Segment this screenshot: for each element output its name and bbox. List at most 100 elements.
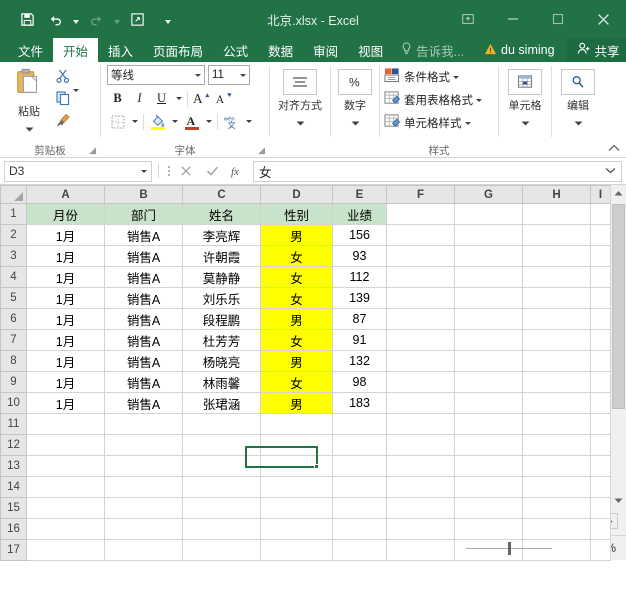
cell-a7[interactable]: 1月: [26, 329, 105, 351]
formula-input[interactable]: 女: [253, 160, 622, 182]
phonetic-dropdown-icon[interactable]: [243, 111, 254, 132]
cell-d1[interactable]: 性别: [260, 203, 333, 225]
cell-a12[interactable]: [26, 434, 105, 456]
cell-e5[interactable]: 139: [332, 287, 387, 309]
row-header-7[interactable]: 7: [0, 329, 27, 351]
cell-f13[interactable]: [386, 455, 455, 477]
cell-b10[interactable]: 销售A: [104, 392, 183, 414]
increase-font-size-button[interactable]: A: [191, 88, 212, 109]
font-dialog-launcher[interactable]: ◢: [258, 145, 265, 156]
borders-button[interactable]: [107, 111, 128, 132]
cell-a10[interactable]: 1月: [26, 392, 105, 414]
cell-f15[interactable]: [386, 497, 455, 519]
cell-g12[interactable]: [454, 434, 523, 456]
tab-view[interactable]: 视图: [348, 38, 393, 62]
minimize-icon[interactable]: [490, 0, 535, 38]
copy-dropdown-icon[interactable]: [73, 88, 79, 110]
touch-mode-icon[interactable]: [124, 6, 150, 32]
row-header-9[interactable]: 9: [0, 371, 27, 393]
row-header-17[interactable]: 17: [0, 539, 27, 561]
cell-d5[interactable]: 女: [260, 287, 333, 309]
cell-g17[interactable]: [454, 539, 523, 561]
cell-g9[interactable]: [454, 371, 523, 393]
cell-i11[interactable]: [590, 413, 611, 435]
cell-g5[interactable]: [454, 287, 523, 309]
cell-c10[interactable]: 张珺涵: [182, 392, 261, 414]
cell-h5[interactable]: [522, 287, 591, 309]
cell-d3[interactable]: 女: [260, 245, 333, 267]
cell-f4[interactable]: [386, 266, 455, 288]
column-header-e[interactable]: E: [332, 185, 387, 204]
row-header-6[interactable]: 6: [0, 308, 27, 330]
cell-h3[interactable]: [522, 245, 591, 267]
clipboard-dialog-launcher[interactable]: ◢: [89, 145, 96, 156]
cell-d9[interactable]: 女: [260, 371, 333, 393]
user-account[interactable]: du siming: [474, 38, 565, 62]
cell-c6[interactable]: 段程鹏: [182, 308, 261, 330]
cell-c1[interactable]: 姓名: [182, 203, 261, 225]
cell-a1[interactable]: 月份: [26, 203, 105, 225]
row-header-4[interactable]: 4: [0, 266, 27, 288]
cell-h6[interactable]: [522, 308, 591, 330]
cell-b8[interactable]: 销售A: [104, 350, 183, 372]
cell-styles-dropdown-icon[interactable]: [464, 121, 471, 125]
cell-d7[interactable]: 女: [260, 329, 333, 351]
cell-e14[interactable]: [332, 476, 387, 498]
cell-a15[interactable]: [26, 497, 105, 519]
cell-i17[interactable]: [590, 539, 611, 561]
cell-d2[interactable]: 男: [260, 224, 333, 246]
cell-i7[interactable]: [590, 329, 611, 351]
cell-e15[interactable]: [332, 497, 387, 519]
cell-i8[interactable]: [590, 350, 611, 372]
row-header-10[interactable]: 10: [0, 392, 27, 414]
cell-b7[interactable]: 销售A: [104, 329, 183, 351]
cell-f5[interactable]: [386, 287, 455, 309]
cell-h11[interactable]: [522, 413, 591, 435]
row-header-12[interactable]: 12: [0, 434, 27, 456]
cancel-edit-icon[interactable]: [173, 161, 199, 182]
cell-a2[interactable]: 1月: [26, 224, 105, 246]
scroll-up-button[interactable]: [611, 185, 626, 202]
cell-b5[interactable]: 销售A: [104, 287, 183, 309]
cell-b12[interactable]: [104, 434, 183, 456]
column-header-f[interactable]: F: [386, 185, 455, 204]
cell-g4[interactable]: [454, 266, 523, 288]
cell-a5[interactable]: 1月: [26, 287, 105, 309]
cell-b4[interactable]: 销售A: [104, 266, 183, 288]
cell-f14[interactable]: [386, 476, 455, 498]
tab-file[interactable]: 文件: [8, 38, 53, 62]
format-as-table-button[interactable]: 套用表格格式: [384, 89, 482, 111]
column-header-h[interactable]: H: [522, 185, 591, 204]
cell-e16[interactable]: [332, 518, 387, 540]
cell-c15[interactable]: [182, 497, 261, 519]
column-header-g[interactable]: G: [454, 185, 523, 204]
cell-g1[interactable]: [454, 203, 523, 225]
cell-h9[interactable]: [522, 371, 591, 393]
column-header-b[interactable]: B: [104, 185, 183, 204]
confirm-edit-icon[interactable]: [199, 161, 225, 182]
fill-color-dropdown-icon[interactable]: [169, 111, 180, 132]
cell-i12[interactable]: [590, 434, 611, 456]
cell-h16[interactable]: [522, 518, 591, 540]
insert-function-icon[interactable]: fx: [225, 161, 251, 182]
tab-review[interactable]: 审阅: [303, 38, 348, 62]
vertical-scrollbar[interactable]: [610, 185, 626, 509]
cut-button[interactable]: [53, 68, 81, 89]
cell-h17[interactable]: [522, 539, 591, 561]
vertical-scroll-thumb[interactable]: [612, 204, 625, 409]
cell-f9[interactable]: [386, 371, 455, 393]
cell-g14[interactable]: [454, 476, 523, 498]
cell-d11[interactable]: [260, 413, 333, 435]
cell-b13[interactable]: [104, 455, 183, 477]
tab-data[interactable]: 数据: [258, 38, 303, 62]
font-size-dropdown-icon[interactable]: [240, 73, 246, 77]
cell-e6[interactable]: 87: [332, 308, 387, 330]
cell-d16[interactable]: [260, 518, 333, 540]
cell-b16[interactable]: [104, 518, 183, 540]
font-name-input[interactable]: 等线: [107, 65, 205, 85]
cell-i13[interactable]: [590, 455, 611, 477]
row-header-14[interactable]: 14: [0, 476, 27, 498]
cell-f11[interactable]: [386, 413, 455, 435]
cell-h15[interactable]: [522, 497, 591, 519]
cell-b17[interactable]: [104, 539, 183, 561]
